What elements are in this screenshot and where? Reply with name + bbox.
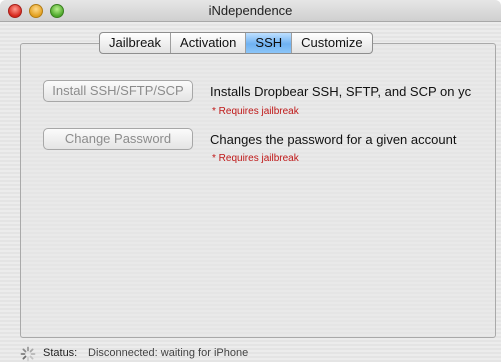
change-password-description: Changes the password for a given account <box>210 132 457 147</box>
install-ssh-requirement: * Requires jailbreak <box>212 106 299 117</box>
tab-ssh[interactable]: SSH <box>246 33 293 53</box>
install-ssh-description: Installs Dropbear SSH, SFTP, and SCP on … <box>210 84 472 99</box>
status-label: Status: <box>43 347 78 359</box>
tab-activation[interactable]: Activation <box>171 33 247 53</box>
title-bar[interactable]: iNdependence <box>0 0 501 22</box>
tab-bar: Jailbreak Activation SSH Customize <box>99 32 373 54</box>
change-password-button[interactable]: Change Password <box>43 128 193 150</box>
spinner-icon <box>20 346 36 362</box>
app-window: iNdependence Jailbreak Activation SSH Cu… <box>0 0 501 362</box>
change-password-requirement: * Requires jailbreak <box>212 153 299 164</box>
status-text: Disconnected: waiting for iPhone <box>88 347 249 359</box>
install-ssh-button[interactable]: Install SSH/SFTP/SCP <box>43 80 193 102</box>
window-title: iNdependence <box>208 3 293 18</box>
tab-customize[interactable]: Customize <box>292 33 371 53</box>
tab-jailbreak[interactable]: Jailbreak <box>100 33 172 53</box>
